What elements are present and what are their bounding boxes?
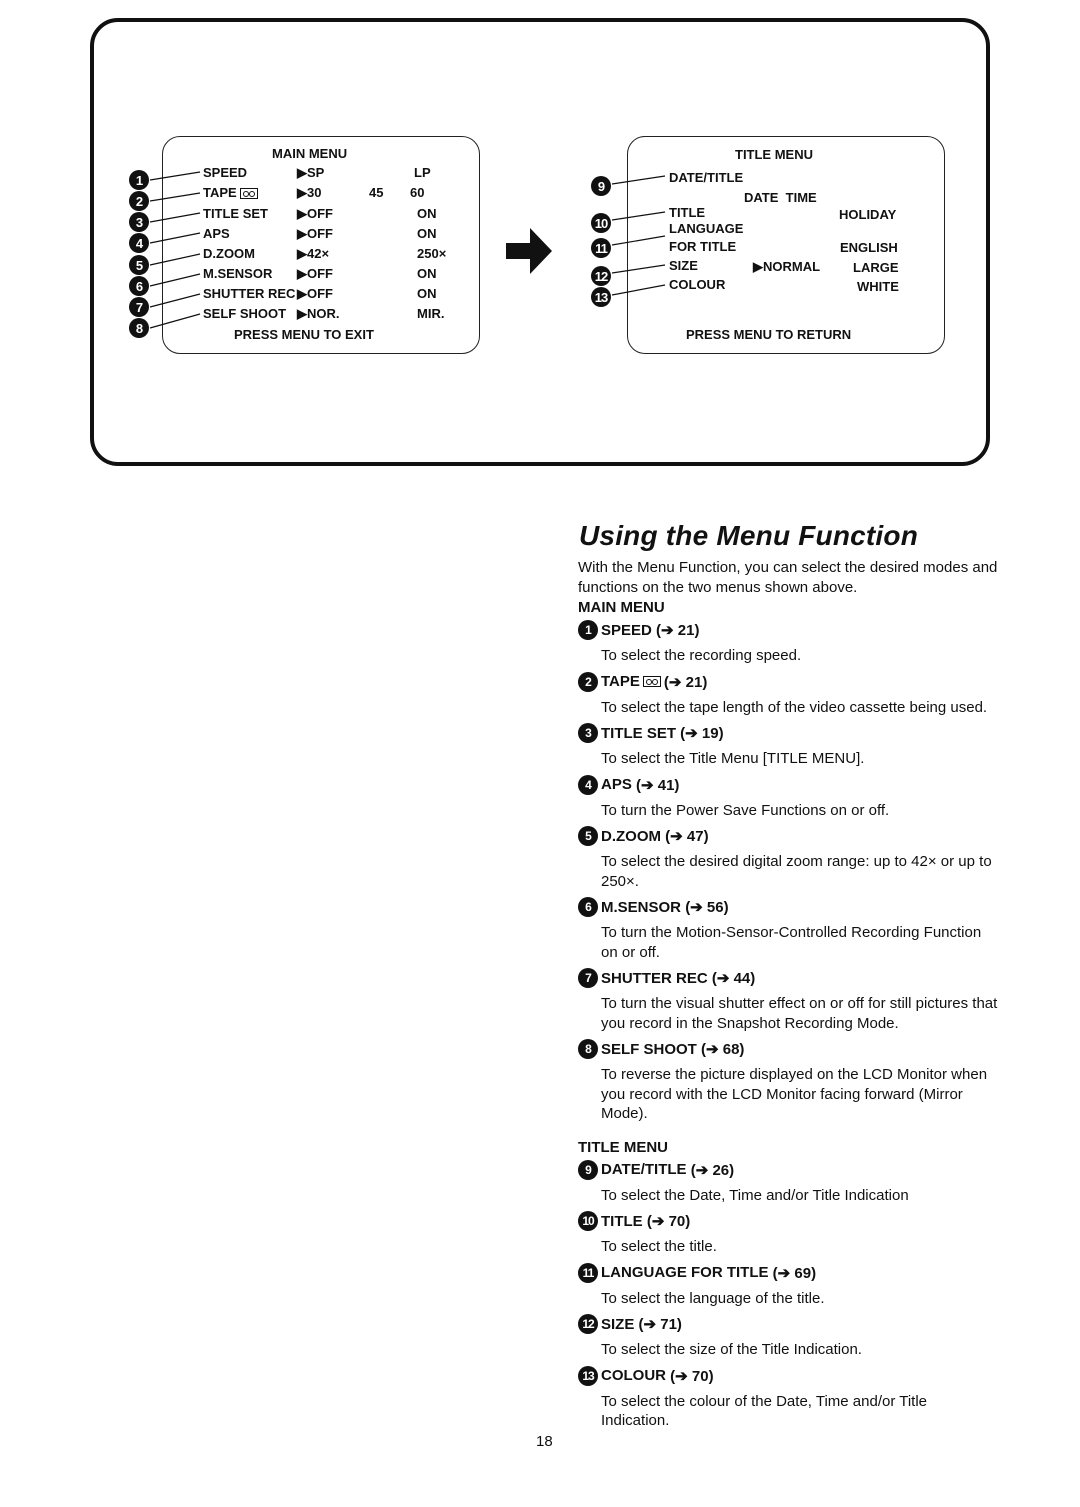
item-name: COLOUR — [601, 1367, 666, 1384]
item-heading: 11 LANGUAGE FOR TITLE (➔ 69) — [578, 1262, 998, 1283]
item-heading: 2 TAPE (➔ 21) — [578, 671, 998, 692]
item-name: SIZE — [601, 1315, 635, 1333]
item-heading: 13 COLOUR (➔ 70) — [578, 1365, 998, 1386]
page-reference: (➔ 47) — [665, 828, 709, 845]
item-description: To reverse the picture displayed on the … — [601, 1066, 988, 1122]
page-number: 18 — [536, 1433, 553, 1450]
item-number-badge: 13 — [578, 1365, 598, 1386]
item-description: To select the size of the Title Indicati… — [601, 1341, 862, 1358]
item-description: To select the desired digital zoom range… — [601, 853, 992, 890]
item-number-badge: 10 — [578, 1211, 598, 1231]
item-number-badge: 1 — [578, 620, 598, 640]
item-number-badge: 6 — [578, 897, 598, 917]
page-reference: (➔ 26) — [690, 1161, 735, 1179]
item-heading: 5 D.ZOOM (➔ 47) — [578, 826, 998, 846]
page-reference: (➔ 41) — [636, 776, 680, 794]
cassette-icon — [642, 676, 661, 687]
item-number-badge: 12 — [578, 1314, 598, 1334]
item-heading: 6 M.SENSOR (➔ 56) — [578, 897, 998, 917]
page-reference: (➔ 68) — [701, 1041, 745, 1058]
item-name: M.SENSOR — [601, 898, 682, 916]
item-description: To select the tape length of the video c… — [601, 698, 988, 716]
page-reference: (➔ 70) — [646, 1213, 691, 1230]
item-description: To turn the Power Save Functions on or o… — [601, 801, 890, 819]
item-number-badge: 4 — [578, 774, 598, 795]
item-heading: 12 SIZE (➔ 71) — [578, 1314, 998, 1334]
item-number-badge: 2 — [578, 671, 598, 692]
item-name: SHUTTER REC — [601, 969, 708, 987]
item-description: To select the Title Menu [TITLE MENU]. — [601, 750, 865, 767]
page-reference: (➔ 44) — [711, 970, 756, 987]
section-heading: MAIN MENU — [578, 599, 665, 616]
item-name: SPEED — [601, 621, 652, 639]
item-name: APS — [601, 776, 632, 793]
item-description: To select the colour of the Date, Time a… — [601, 1392, 928, 1430]
page-reference: (➔ 19) — [680, 725, 724, 742]
item-name: D.ZOOM — [601, 827, 661, 845]
callout-leader-lines — [149, 171, 666, 329]
item-number-badge: 11 — [578, 1262, 598, 1283]
item-number-badge: 9 — [578, 1159, 598, 1180]
item-heading: 10 TITLE (➔ 70) — [578, 1211, 998, 1231]
item-name: LANGUAGE FOR TITLE — [601, 1264, 769, 1281]
page-reference: (➔ 56) — [685, 899, 729, 916]
item-description: To select the Date, Time and/or Title In… — [601, 1186, 909, 1204]
page-reference: (➔ 21) — [656, 622, 700, 639]
item-description: To select the title. — [601, 1238, 717, 1255]
item-name: TITLE SET — [601, 724, 676, 742]
section-heading: TITLE MENU — [578, 1138, 668, 1156]
item-number-badge: 8 — [578, 1039, 598, 1059]
page-reference: (➔ 70) — [670, 1367, 714, 1385]
item-description: To select the language of the title. — [601, 1289, 825, 1307]
item-number-badge: 5 — [578, 826, 598, 846]
page-reference: (➔ 71) — [638, 1316, 682, 1333]
item-name: TAPE — [601, 673, 640, 690]
intro-paragraph: With the Menu Function, you can select t… — [578, 559, 998, 596]
body-text: With the Menu Function, you can select t… — [578, 558, 998, 1431]
item-description: To turn the Motion-Sensor-Controlled Rec… — [601, 924, 982, 961]
item-description: To turn the visual shutter effect on or … — [601, 995, 998, 1032]
item-heading: 4 APS (➔ 41) — [578, 774, 998, 795]
page-reference: (➔ 69) — [772, 1264, 817, 1282]
item-number-badge: 3 — [578, 723, 598, 743]
item-name: DATE/TITLE — [601, 1161, 687, 1178]
item-name: SELF SHOOT — [601, 1040, 697, 1058]
item-number-badge: 7 — [578, 968, 598, 988]
page-reference: (➔ 21) — [663, 673, 708, 691]
item-heading: 8 SELF SHOOT (➔ 68) — [578, 1039, 998, 1059]
item-description: To select the recording speed. — [601, 647, 802, 664]
item-heading: 9 DATE/TITLE (➔ 26) — [578, 1159, 998, 1180]
item-heading: 1 SPEED (➔ 21) — [578, 620, 998, 640]
page-heading: Using the Menu Function — [579, 520, 919, 551]
item-name: TITLE — [601, 1212, 643, 1230]
item-heading: 3 TITLE SET (➔ 19) — [578, 723, 998, 743]
item-heading: 7 SHUTTER REC (➔ 44) — [578, 968, 998, 988]
